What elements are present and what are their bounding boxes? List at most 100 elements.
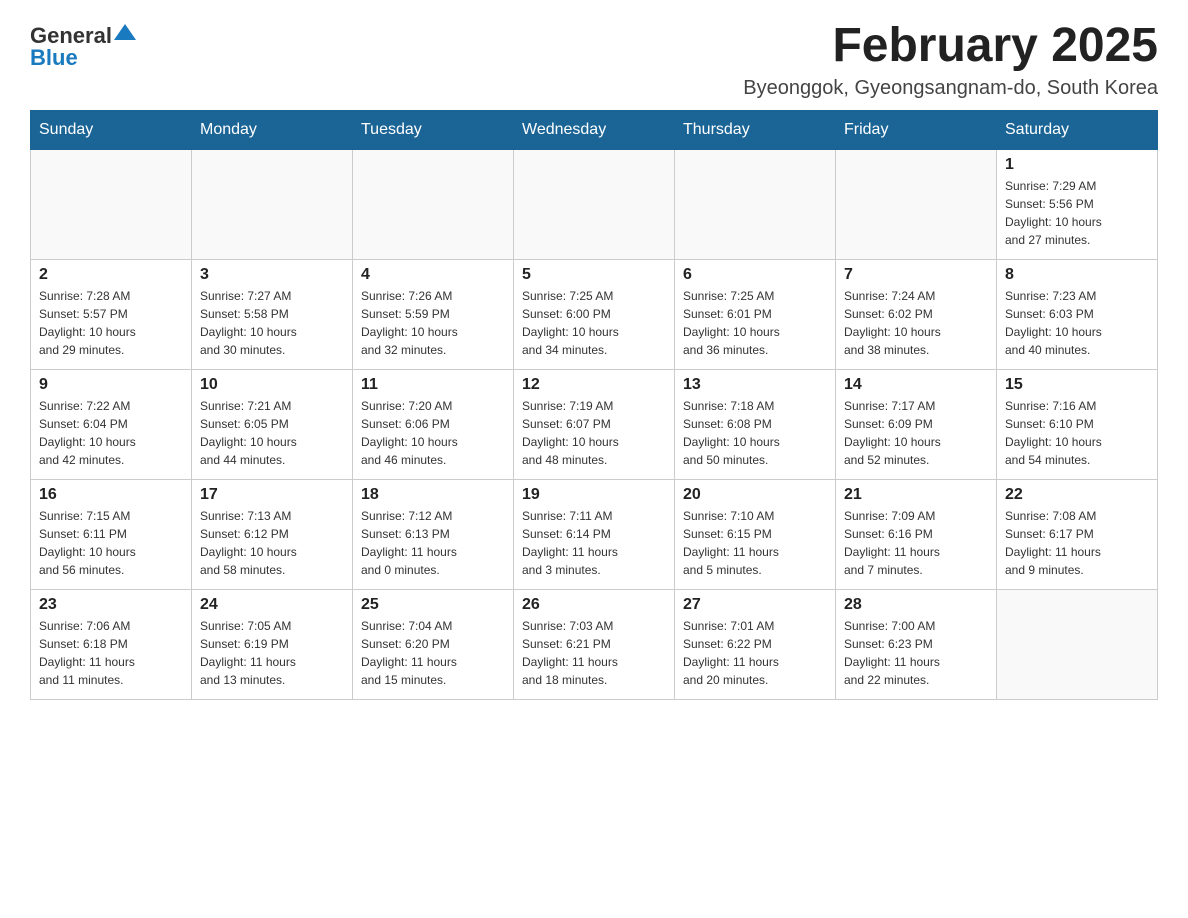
day-info: Sunrise: 7:18 AM Sunset: 6:08 PM Dayligh…: [683, 399, 780, 467]
day-info: Sunrise: 7:11 AM Sunset: 6:14 PM Dayligh…: [522, 509, 618, 577]
logo: General Blue: [30, 20, 136, 69]
weekday-header-wednesday: Wednesday: [514, 110, 675, 149]
day-info: Sunrise: 7:19 AM Sunset: 6:07 PM Dayligh…: [522, 399, 619, 467]
day-info: Sunrise: 7:15 AM Sunset: 6:11 PM Dayligh…: [39, 509, 136, 577]
calendar-cell: 15Sunrise: 7:16 AM Sunset: 6:10 PM Dayli…: [997, 369, 1158, 479]
day-info: Sunrise: 7:13 AM Sunset: 6:12 PM Dayligh…: [200, 509, 297, 577]
calendar-cell: [675, 149, 836, 259]
weekday-header-row: SundayMondayTuesdayWednesdayThursdayFrid…: [31, 110, 1158, 149]
weekday-header-friday: Friday: [836, 110, 997, 149]
calendar-cell: 17 Sunrise: 7:13 AM Sunset: 6:12 PM Dayli…: [192, 479, 353, 589]
calendar-cell: 21 Sunrise: 7:09 AM Sunset: 6:16 PM Dayli…: [836, 479, 997, 589]
day-number: 24: [200, 596, 344, 614]
calendar-cell: 28 Sunrise: 7:00 AM Sunset: 6:23 PM Dayli…: [836, 589, 997, 699]
day-number: 8: [1005, 266, 1149, 284]
calendar-week-row: 16 Sunrise: 7:15 AM Sunset: 6:11 PM Dayli…: [31, 479, 1158, 589]
calendar-cell: 1 Sunrise: 7:29 AM Sunset: 5:56 PM Daylig…: [997, 149, 1158, 259]
day-info: Sunrise: 7:25 AM Sunset: 6:00 PM Dayligh…: [522, 289, 619, 357]
day-number: 20: [683, 486, 827, 504]
day-info: Sunrise: 7:06 AM Sunset: 6:18 PM Dayligh…: [39, 619, 135, 687]
calendar-cell: 27 Sunrise: 7:01 AM Sunset: 6:22 PM Dayli…: [675, 589, 836, 699]
day-info: Sunrise: 7:03 AM Sunset: 6:21 PM Dayligh…: [522, 619, 618, 687]
day-number: 21: [844, 486, 988, 504]
calendar-cell: 16 Sunrise: 7:15 AM Sunset: 6:11 PM Dayli…: [31, 479, 192, 589]
day-number: 19: [522, 486, 666, 504]
calendar-cell: 26 Sunrise: 7:03 AM Sunset: 6:21 PM Dayli…: [514, 589, 675, 699]
day-info: Sunrise: 7:05 AM Sunset: 6:19 PM Dayligh…: [200, 619, 296, 687]
day-number: 27: [683, 596, 827, 614]
day-number: 3: [200, 266, 344, 284]
calendar-cell: 10Sunrise: 7:21 AM Sunset: 6:05 PM Dayli…: [192, 369, 353, 479]
day-info: Sunrise: 7:28 AM Sunset: 5:57 PM Dayligh…: [39, 289, 136, 357]
day-info: Sunrise: 7:20 AM Sunset: 6:06 PM Dayligh…: [361, 399, 458, 467]
calendar-cell: 3 Sunrise: 7:27 AM Sunset: 5:58 PM Daylig…: [192, 259, 353, 369]
day-number: 7: [844, 266, 988, 284]
calendar-cell: 20 Sunrise: 7:10 AM Sunset: 6:15 PM Dayli…: [675, 479, 836, 589]
weekday-header-monday: Monday: [192, 110, 353, 149]
day-number: 12: [522, 376, 666, 394]
day-info: Sunrise: 7:26 AM Sunset: 5:59 PM Dayligh…: [361, 289, 458, 357]
location-title: Byeonggok, Gyeongsangnam-do, South Korea: [743, 77, 1158, 100]
calendar-cell: 24 Sunrise: 7:05 AM Sunset: 6:19 PM Dayli…: [192, 589, 353, 699]
calendar-cell: 25 Sunrise: 7:04 AM Sunset: 6:20 PM Dayli…: [353, 589, 514, 699]
weekday-header-sunday: Sunday: [31, 110, 192, 149]
day-number: 13: [683, 376, 827, 394]
weekday-header-tuesday: Tuesday: [353, 110, 514, 149]
day-number: 9: [39, 376, 183, 394]
day-info: Sunrise: 7:08 AM Sunset: 6:17 PM Dayligh…: [1005, 509, 1101, 577]
day-info: Sunrise: 7:29 AM Sunset: 5:56 PM Dayligh…: [1005, 179, 1102, 247]
weekday-header-saturday: Saturday: [997, 110, 1158, 149]
day-info: Sunrise: 7:01 AM Sunset: 6:22 PM Dayligh…: [683, 619, 779, 687]
day-info: Sunrise: 7:24 AM Sunset: 6:02 PM Dayligh…: [844, 289, 941, 357]
day-info: Sunrise: 7:09 AM Sunset: 6:16 PM Dayligh…: [844, 509, 940, 577]
day-number: 25: [361, 596, 505, 614]
calendar-cell: 9Sunrise: 7:22 AM Sunset: 6:04 PM Daylig…: [31, 369, 192, 479]
day-info: Sunrise: 7:04 AM Sunset: 6:20 PM Dayligh…: [361, 619, 457, 687]
page-header: General Blue February 2025 Byeonggok, Gy…: [30, 20, 1158, 100]
calendar-table: SundayMondayTuesdayWednesdayThursdayFrid…: [30, 110, 1158, 700]
calendar-cell: 22 Sunrise: 7:08 AM Sunset: 6:17 PM Dayli…: [997, 479, 1158, 589]
day-info: Sunrise: 7:10 AM Sunset: 6:15 PM Dayligh…: [683, 509, 779, 577]
day-number: 4: [361, 266, 505, 284]
calendar-cell: [997, 589, 1158, 699]
day-number: 2: [39, 266, 183, 284]
calendar-week-row: 1 Sunrise: 7:29 AM Sunset: 5:56 PM Daylig…: [31, 149, 1158, 259]
calendar-cell: 7 Sunrise: 7:24 AM Sunset: 6:02 PM Daylig…: [836, 259, 997, 369]
calendar-cell: 14 Sunrise: 7:17 AM Sunset: 6:09 PM Dayli…: [836, 369, 997, 479]
logo-general-text: General: [30, 25, 112, 47]
day-info: Sunrise: 7:00 AM Sunset: 6:23 PM Dayligh…: [844, 619, 940, 687]
calendar-cell: 19 Sunrise: 7:11 AM Sunset: 6:14 PM Dayli…: [514, 479, 675, 589]
calendar-cell: 4 Sunrise: 7:26 AM Sunset: 5:59 PM Daylig…: [353, 259, 514, 369]
day-number: 1: [1005, 156, 1149, 174]
calendar-cell: 2 Sunrise: 7:28 AM Sunset: 5:57 PM Daylig…: [31, 259, 192, 369]
logo-triangle-icon: [114, 24, 136, 40]
day-number: 17: [200, 486, 344, 504]
month-title: February 2025: [743, 20, 1158, 73]
day-number: 11: [361, 376, 505, 394]
calendar-cell: 18 Sunrise: 7:12 AM Sunset: 6:13 PM Dayli…: [353, 479, 514, 589]
day-number: 16: [39, 486, 183, 504]
day-number: 14: [844, 376, 988, 394]
calendar-cell: 23 Sunrise: 7:06 AM Sunset: 6:18 PM Dayli…: [31, 589, 192, 699]
calendar-cell: 6Sunrise: 7:25 AM Sunset: 6:01 PM Daylig…: [675, 259, 836, 369]
calendar-week-row: 2 Sunrise: 7:28 AM Sunset: 5:57 PM Daylig…: [31, 259, 1158, 369]
day-number: 26: [522, 596, 666, 614]
day-info: Sunrise: 7:23 AM Sunset: 6:03 PM Dayligh…: [1005, 289, 1102, 357]
day-info: Sunrise: 7:17 AM Sunset: 6:09 PM Dayligh…: [844, 399, 941, 467]
day-number: 5: [522, 266, 666, 284]
day-number: 6: [683, 266, 827, 284]
day-number: 28: [844, 596, 988, 614]
calendar-cell: 5 Sunrise: 7:25 AM Sunset: 6:00 PM Daylig…: [514, 259, 675, 369]
logo-blue-text: Blue: [30, 47, 78, 69]
calendar-cell: [353, 149, 514, 259]
calendar-cell: [514, 149, 675, 259]
day-number: 18: [361, 486, 505, 504]
day-info: Sunrise: 7:12 AM Sunset: 6:13 PM Dayligh…: [361, 509, 457, 577]
day-number: 22: [1005, 486, 1149, 504]
day-info: Sunrise: 7:16 AM Sunset: 6:10 PM Dayligh…: [1005, 399, 1102, 467]
day-number: 23: [39, 596, 183, 614]
calendar-cell: 12 Sunrise: 7:19 AM Sunset: 6:07 PM Dayli…: [514, 369, 675, 479]
calendar-cell: 11 Sunrise: 7:20 AM Sunset: 6:06 PM Dayli…: [353, 369, 514, 479]
calendar-cell: [192, 149, 353, 259]
day-info: Sunrise: 7:27 AM Sunset: 5:58 PM Dayligh…: [200, 289, 297, 357]
